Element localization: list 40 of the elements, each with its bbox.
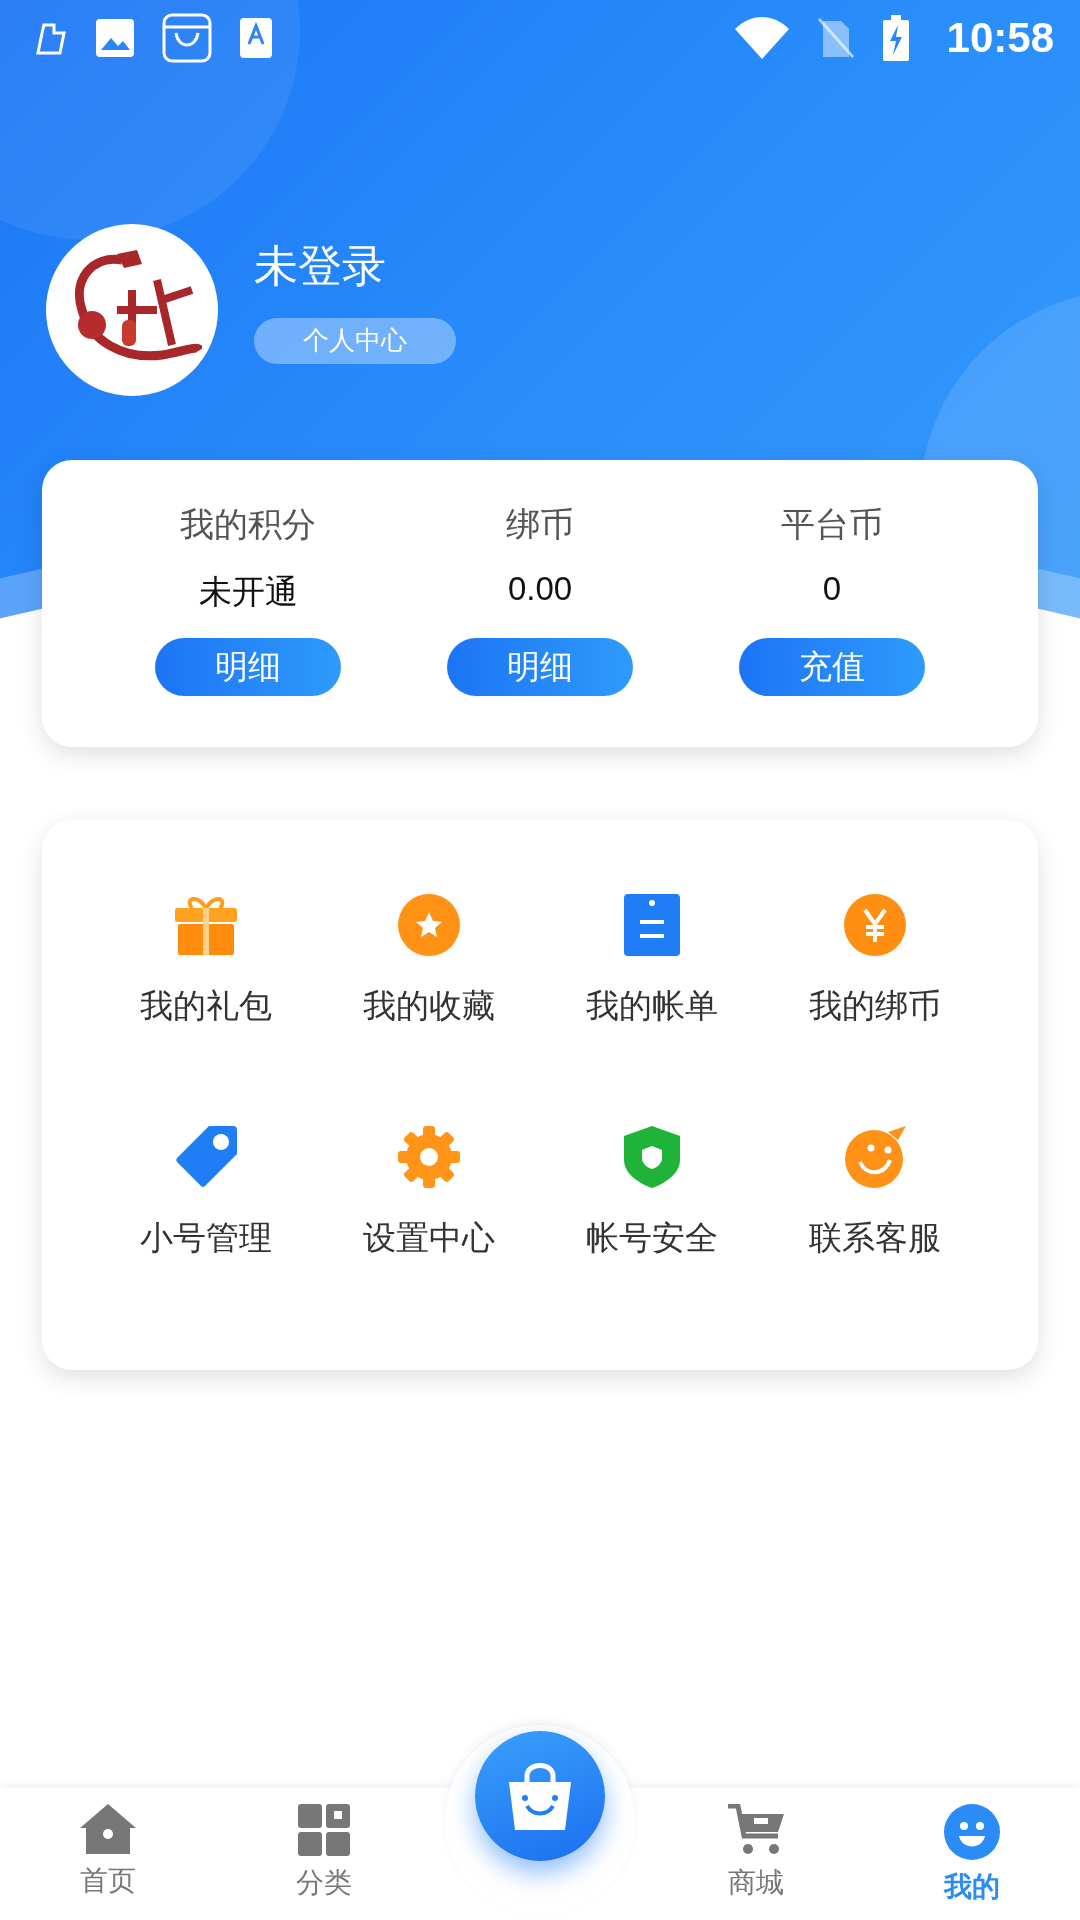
stat-label: 我的积分	[180, 504, 316, 545]
stat-action-button[interactable]: 明细	[447, 638, 633, 696]
menu-item[interactable]: 帐号安全	[540, 1126, 763, 1296]
user-name: 未登录	[254, 239, 387, 292]
tag-icon	[174, 1126, 237, 1188]
nav-tab[interactable]: 分类	[216, 1788, 432, 1920]
stat-value: 0.00	[507, 570, 573, 609]
menu-item[interactable]: 联系客服	[763, 1126, 986, 1296]
menu-item[interactable]: 设置中心	[317, 1126, 540, 1296]
gift-icon	[173, 894, 238, 956]
smiley-icon	[843, 1126, 906, 1188]
clipboard-icon	[623, 894, 680, 956]
menu-item[interactable]: 我的帐单	[540, 894, 763, 1064]
cart-icon	[728, 1804, 784, 1856]
app-store-icon	[240, 17, 272, 58]
image-icon	[96, 18, 134, 57]
grid-icon	[298, 1804, 350, 1856]
shield-icon	[623, 1126, 680, 1188]
menu-item[interactable]: 我的绑币	[763, 894, 986, 1064]
nav-tab[interactable]: 商城	[648, 1788, 864, 1920]
stat-label: 平台币	[781, 504, 883, 545]
home-icon	[80, 1804, 136, 1854]
stat-label: 绑币	[506, 504, 574, 545]
menu-item[interactable]: 我的收藏	[317, 894, 540, 1064]
no-sim-icon	[816, 16, 855, 59]
wifi-icon	[734, 16, 789, 59]
yen-icon	[843, 894, 906, 956]
menu-item[interactable]: 我的礼包	[94, 894, 317, 1064]
nav-tab[interactable]: 首页	[0, 1788, 216, 1920]
stat-action-button[interactable]: 充值	[739, 638, 925, 696]
battery-charging-icon	[882, 14, 909, 61]
gear-icon	[397, 1126, 460, 1188]
shopping-bag-icon	[162, 12, 212, 63]
stat-action-button[interactable]: 明细	[155, 638, 341, 696]
stat-value: 0	[822, 570, 842, 609]
smiley-icon	[944, 1804, 1000, 1860]
shopping-bag-icon	[507, 1760, 573, 1832]
stat-value: 未开通	[198, 572, 298, 612]
status-time: 10:58	[946, 13, 1054, 62]
menu-item[interactable]: 小号管理	[94, 1126, 317, 1296]
